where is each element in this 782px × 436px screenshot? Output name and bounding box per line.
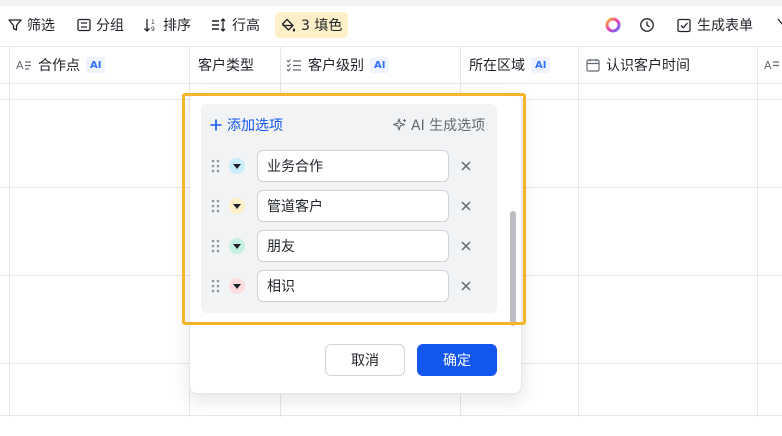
add-option-button[interactable]: 添加选项 xyxy=(209,115,283,135)
grid-line xyxy=(578,47,579,417)
filter-icon xyxy=(8,18,22,32)
option-color-picker[interactable] xyxy=(229,198,245,214)
column-label: 合作点 xyxy=(38,58,80,74)
sparkle-icon xyxy=(393,118,407,132)
svg-text:9: 9 xyxy=(151,26,155,32)
calendar-icon xyxy=(586,58,600,72)
row-height-icon xyxy=(211,18,227,32)
text-field-icon: A xyxy=(764,58,780,72)
caret-down-icon xyxy=(233,244,241,249)
caret-down-icon xyxy=(233,204,241,209)
add-option-label: 添加选项 xyxy=(227,118,283,134)
option-color-picker[interactable] xyxy=(229,238,245,254)
multi-select-icon xyxy=(286,58,302,72)
ai-badge: AI xyxy=(86,57,106,73)
column-label: 所在区域 xyxy=(469,58,525,74)
fill-color-label: 3 填色 xyxy=(301,18,343,34)
form-check-icon xyxy=(677,18,692,33)
column-label: 认识客户时间 xyxy=(606,58,690,74)
option-input[interactable] xyxy=(257,270,449,302)
column-header-customer-level[interactable]: 客户级别 AI xyxy=(286,47,390,83)
close-icon[interactable] xyxy=(459,198,473,214)
svg-text:1: 1 xyxy=(151,19,155,26)
svg-text:A: A xyxy=(16,59,24,72)
generate-form-label: 生成表单 xyxy=(697,18,753,34)
fill-color-button[interactable]: 3 填色 xyxy=(275,12,349,38)
filter-button[interactable]: 筛选 xyxy=(8,12,55,38)
caret-down-icon xyxy=(233,164,241,169)
column-header-region[interactable]: 所在区域 AI xyxy=(469,47,551,83)
grid-line xyxy=(757,47,758,417)
group-button[interactable]: 分组 xyxy=(77,12,124,38)
group-label: 分组 xyxy=(96,18,124,34)
filter-label: 筛选 xyxy=(27,18,55,34)
ai-text-field-icon: A xyxy=(16,58,32,72)
close-icon[interactable] xyxy=(459,278,473,294)
option-row xyxy=(209,270,479,302)
cancel-button[interactable]: 取消 xyxy=(325,344,405,376)
svg-text:A: A xyxy=(764,59,772,72)
ai-assistant-icon[interactable] xyxy=(604,12,622,38)
table-row-divider xyxy=(0,415,782,416)
drag-handle-icon[interactable] xyxy=(209,198,223,214)
generate-form-button[interactable]: 生成表单 xyxy=(677,12,753,38)
close-icon[interactable] xyxy=(459,158,473,174)
toolbar: 筛选 分组 19 排序 行高 3 填色 生成表单 xyxy=(0,6,782,46)
close-icon[interactable] xyxy=(459,238,473,254)
drag-handle-icon[interactable] xyxy=(209,158,223,174)
confirm-button[interactable]: 确定 xyxy=(417,344,497,376)
option-input[interactable] xyxy=(257,190,449,222)
column-label: 客户类型 xyxy=(198,58,254,74)
option-color-picker[interactable] xyxy=(229,158,245,174)
row-height-label: 行高 xyxy=(232,18,260,34)
column-header-next[interactable]: A xyxy=(764,47,780,83)
group-icon xyxy=(77,18,91,32)
options-scrollbar[interactable] xyxy=(510,211,516,326)
option-input[interactable] xyxy=(257,230,449,262)
column-label: 客户级别 xyxy=(308,58,364,74)
drag-handle-icon[interactable] xyxy=(209,238,223,254)
table-header: A 合作点 AI 客户类型 客户级别 AI 所在区域 AI 认识客户时间 A xyxy=(0,46,782,84)
drag-handle-icon[interactable] xyxy=(209,278,223,294)
column-header-meet-time[interactable]: 认识客户时间 xyxy=(586,47,690,83)
option-color-picker[interactable] xyxy=(229,278,245,294)
share-icon[interactable] xyxy=(771,12,782,38)
plus-icon xyxy=(209,118,223,132)
ai-generate-label: AI 生成选项 xyxy=(411,118,486,134)
sort-icon: 19 xyxy=(143,18,158,32)
ai-generate-options-button[interactable]: AI 生成选项 xyxy=(393,115,485,135)
column-header-cooperation[interactable]: A 合作点 AI xyxy=(16,47,106,83)
option-row xyxy=(209,190,479,222)
row-height-button[interactable]: 行高 xyxy=(211,12,260,38)
sort-label: 排序 xyxy=(163,18,191,34)
option-row xyxy=(209,150,479,182)
history-icon[interactable] xyxy=(639,12,655,38)
sort-button[interactable]: 19 排序 xyxy=(143,12,191,38)
option-row xyxy=(209,230,479,262)
grid-line xyxy=(9,47,10,417)
option-input[interactable] xyxy=(257,150,449,182)
ai-badge: AI xyxy=(531,57,551,73)
column-header-customer-type[interactable]: 客户类型 xyxy=(198,47,254,83)
paint-bucket-icon xyxy=(281,18,296,33)
caret-down-icon xyxy=(233,284,241,289)
ai-badge: AI xyxy=(370,57,390,73)
